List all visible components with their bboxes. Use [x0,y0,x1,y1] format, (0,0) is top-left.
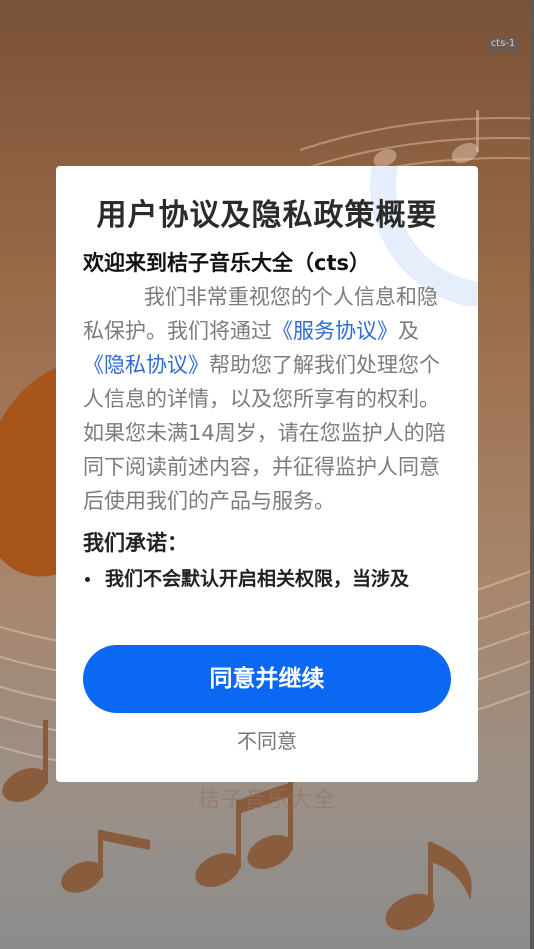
promise-heading: 我们承诺： [83,531,188,555]
intro-paragraph: 我们非常重视您的个人信息和隐私保护。我们将通过《服务协议》及《隐私协议》帮助您了… [83,280,455,518]
intro-text-3: 帮助您了解我们处理您个人信息的详情，以及您所享有的权利。如果您未满14周岁，请在… [83,353,446,513]
bullet-dot-icon [85,577,90,582]
intro-text-2: 及 [398,319,419,343]
agree-continue-button[interactable]: 同意并继续 [83,645,451,713]
promise-item: 我们不会默认开启相关权限，当涉及 [83,564,455,594]
privacy-agreement-link[interactable]: 《隐私协议》 [83,353,209,377]
service-agreement-link[interactable]: 《服务协议》 [272,319,398,343]
disagree-button[interactable]: 不同意 [56,726,478,756]
background-app-name: 桔子音乐大全 [197,788,336,813]
privacy-policy-dialog: 用户协议及隐私政策概要 欢迎来到桔子音乐大全（cts） 我们非常重视您的个人信息… [56,166,478,782]
dialog-title: 用户协议及隐私政策概要 [96,198,438,233]
welcome-text: 欢迎来到桔子音乐大全（cts） [83,251,370,275]
screen-edge [530,0,534,949]
background-footer-text: cts [28,890,55,911]
promise-item-text: 我们不会默认开启相关权限，当涉及 [105,568,410,590]
policy-content-scroll[interactable]: 欢迎来到桔子音乐大全（cts） 我们非常重视您的个人信息和隐私保护。我们将通过《… [83,246,455,614]
debug-tag: cts-1 [488,37,518,51]
